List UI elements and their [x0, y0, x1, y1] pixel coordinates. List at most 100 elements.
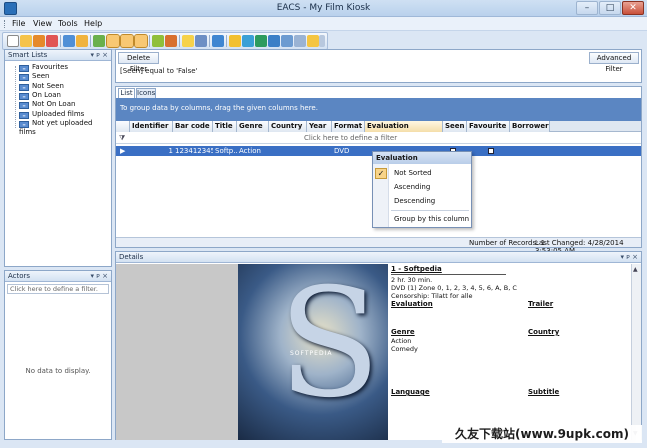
subtitle-label: Subtitle [528, 388, 560, 396]
genre-value: Comedy [391, 345, 418, 353]
details-panel: Details ▾ ᴘ × S SOFTPEDIA 1 - Softpedia … [115, 251, 642, 440]
menu-ascending[interactable]: Ascending [373, 180, 471, 194]
web-update-icon[interactable] [255, 35, 267, 47]
toolbar-separator [90, 35, 91, 47]
title-bar: EACS - My Film Kiosk – □ ✕ [0, 0, 647, 17]
light-icon[interactable] [182, 35, 194, 47]
smart-lists-title: Smart Lists [8, 51, 48, 59]
details-title: Details [119, 253, 144, 261]
list-view-icon[interactable] [106, 34, 120, 48]
smart-list-favourites[interactable]: ≡ Favourites [19, 63, 68, 72]
toolbar-separator [60, 35, 61, 47]
smart-list-not-uploaded[interactable]: ≡ Not yet uploaded films [19, 119, 111, 136]
tab-list[interactable]: List [118, 88, 135, 98]
open-icon[interactable] [20, 35, 32, 47]
menu-descending[interactable]: Descending [373, 194, 471, 208]
filter-panel: Delete Filter Advanced Filter [Seen] equ… [115, 49, 642, 83]
tools-icon[interactable] [294, 35, 306, 47]
poster-logo: S [278, 264, 381, 431]
watermark-text: 久友下载站(www.9upk.com) [442, 425, 642, 443]
column-genre[interactable]: Genre [237, 121, 269, 132]
menu-view[interactable]: View [33, 19, 52, 28]
language-label: Language [391, 388, 430, 396]
panel-pin-icon[interactable]: ▾ ᴘ × [91, 50, 109, 60]
details-duration: 2 hr. 30 min. [391, 276, 433, 284]
edit-film-icon[interactable] [165, 35, 177, 47]
column-seen[interactable]: Seen [443, 121, 467, 132]
advanced-filter-button[interactable]: Advanced Filter [589, 52, 639, 73]
database-icon[interactable] [281, 35, 293, 47]
column-format[interactable]: Format [332, 121, 365, 132]
toolbar [2, 32, 328, 50]
smart-list-uploaded[interactable]: ≡ Uploaded films [19, 110, 84, 119]
cell-barcode: 123412345 [175, 147, 213, 155]
save-icon[interactable] [63, 35, 75, 47]
funnel-icon[interactable] [195, 35, 207, 47]
menu-group-by[interactable]: Group by this column [373, 212, 471, 226]
column-country[interactable]: Country [269, 121, 307, 132]
smart-list-not-seen[interactable]: ≡ Not Seen [19, 82, 64, 91]
column-year[interactable]: Year [307, 121, 332, 132]
delete-icon[interactable] [46, 35, 58, 47]
film-poster: S SOFTPEDIA [238, 264, 388, 440]
column-barcode[interactable]: Bar code [173, 121, 213, 132]
add-film-icon[interactable] [152, 35, 164, 47]
toolbar-overflow-icon[interactable] [319, 35, 325, 47]
filter-row-text: Click here to define a filter [304, 134, 398, 142]
smart-list-on-loan[interactable]: ≡ On Loan [19, 91, 61, 100]
panel-pin-icon[interactable]: ▾ ᴘ × [621, 252, 639, 262]
menu-help[interactable]: Help [84, 19, 102, 28]
details-censorship: Censorship: Tilatt for alle [391, 292, 473, 300]
key-icon[interactable] [307, 35, 319, 47]
menu-separator [391, 210, 469, 211]
column-title[interactable]: Title [213, 121, 237, 132]
list-icon: ≡ [19, 93, 29, 100]
column-favourite[interactable]: Favourite [467, 121, 510, 132]
details-view-icon[interactable] [120, 34, 134, 48]
menu-tools[interactable]: Tools [58, 19, 78, 28]
export-icon[interactable] [93, 35, 105, 47]
favourite-checkbox[interactable] [488, 148, 494, 154]
actors-title: Actors [8, 272, 31, 280]
list-icon: ≡ [19, 84, 29, 91]
print-icon[interactable] [212, 35, 224, 47]
star-icon[interactable] [229, 35, 241, 47]
close-button[interactable]: ✕ [622, 1, 644, 15]
group-by-area[interactable]: To group data by columns, drag the given… [116, 98, 641, 121]
minimize-button[interactable]: – [576, 1, 598, 15]
cell-title: Softp... [215, 147, 237, 155]
menu-bar: File View Tools Help [0, 17, 647, 31]
new-icon[interactable] [7, 35, 19, 47]
tab-icons[interactable]: Icons [136, 88, 156, 98]
panel-pin-icon[interactable]: ▾ ᴘ × [91, 271, 109, 281]
menu-not-sorted[interactable]: Not Sorted [373, 166, 471, 180]
smart-list-seen[interactable]: ≡ Seen [19, 72, 50, 81]
list-panel: List Icons To group data by columns, dra… [115, 86, 642, 255]
open-recent-icon[interactable] [33, 35, 45, 47]
sync-icon[interactable] [268, 35, 280, 47]
menu-file[interactable]: File [12, 19, 25, 28]
maximize-button[interactable]: □ [599, 1, 621, 15]
column-borrower[interactable]: Borrower [510, 121, 550, 132]
grid-filter-row[interactable]: ⧩ Click here to define a filter [116, 133, 641, 144]
globe-icon[interactable] [242, 35, 254, 47]
menubar-grip [4, 20, 6, 28]
filter-view-icon[interactable] [134, 34, 148, 48]
toolbar-separator [209, 35, 210, 47]
actors-empty-text: No data to display. [25, 367, 91, 375]
column-identifier[interactable]: Identifier [130, 121, 173, 132]
filter-row-funnel-icon: ⧩ [119, 134, 126, 142]
cell-genre: Action [239, 147, 261, 155]
folder-icon[interactable] [76, 35, 88, 47]
country-label: Country [528, 328, 560, 336]
column-context-menu: Evaluation ✓ Not Sorted Ascending Descen… [372, 151, 472, 228]
column-evaluation[interactable]: Evaluation [365, 121, 443, 132]
delete-filter-button[interactable]: Delete Filter [118, 52, 159, 73]
smart-list-not-on-loan[interactable]: ≡ Not On Loan [19, 100, 75, 109]
grid-status-bar: Number of Records: 1 Last Changed: 4/28/… [116, 237, 641, 255]
scroll-up-icon[interactable]: ▲ [633, 266, 638, 273]
actors-filter-input[interactable]: Click here to define a filter. [7, 284, 109, 294]
genre-value: Action [391, 337, 412, 345]
details-scrollbar[interactable]: ▲ ▼ [631, 264, 641, 440]
smart-lists-panel: Smart Lists ▾ ᴘ × ≡ Favourites ≡ Seen ≡ Not… [4, 49, 112, 267]
